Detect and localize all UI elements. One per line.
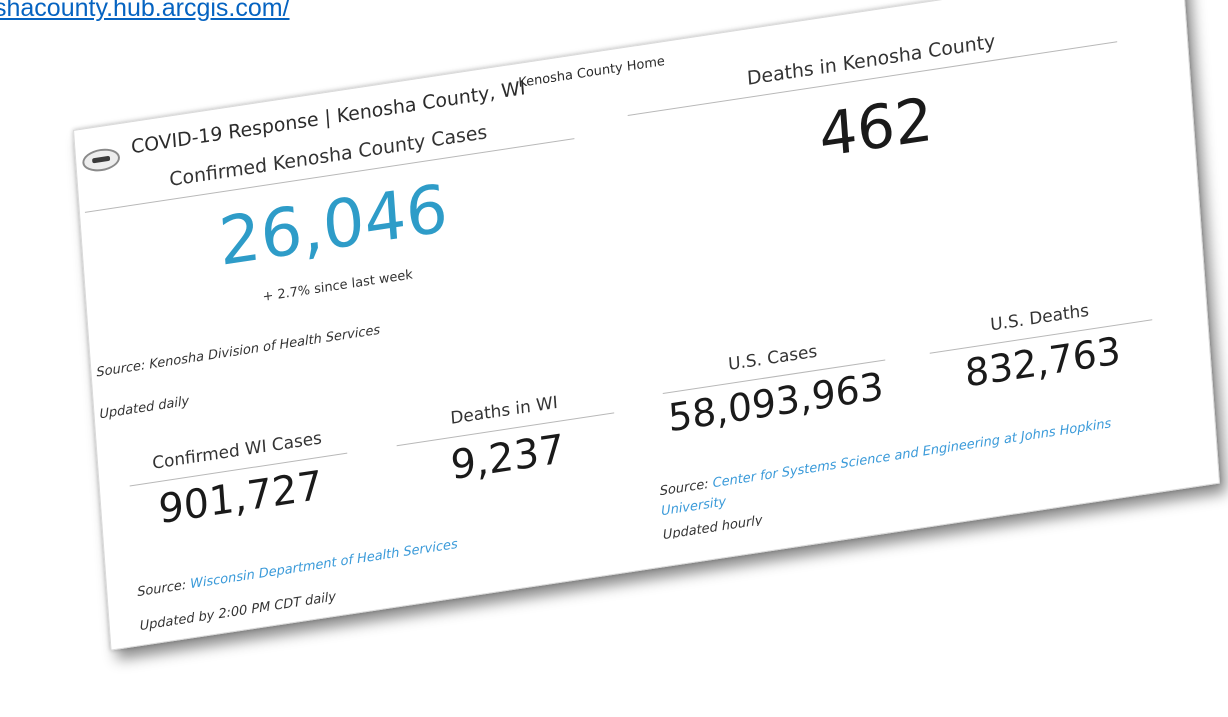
county-seal-logo[interactable] [81,146,121,174]
wi-source: Source: Wisconsin Department of Health S… [137,537,458,600]
us-updated: Updated hourly [662,513,763,541]
wi-source-link[interactable]: Wisconsin Department of Health Services [190,537,458,592]
kenosha-updated: Updated daily [99,393,190,423]
wi-source-prefix: Source: [136,577,187,601]
us-source-link-line2[interactable]: University [661,494,727,519]
us-source-link[interactable]: Center for Systems Science and Engineeri… [712,416,1112,491]
us-source-prefix: Source: [659,476,710,500]
twitter-icon[interactable] [1063,0,1086,6]
wi-updated: Updated by 2:00 PM CDT daily [139,589,337,635]
kenosha-source: Source: Kenosha Division of Health Servi… [95,322,381,381]
dashboard-panel: COVID-19 Response | Kenosha County, WI K… [73,0,1221,651]
url-link[interactable]: shacounty.hub.arcgis.com/ [0,0,290,23]
